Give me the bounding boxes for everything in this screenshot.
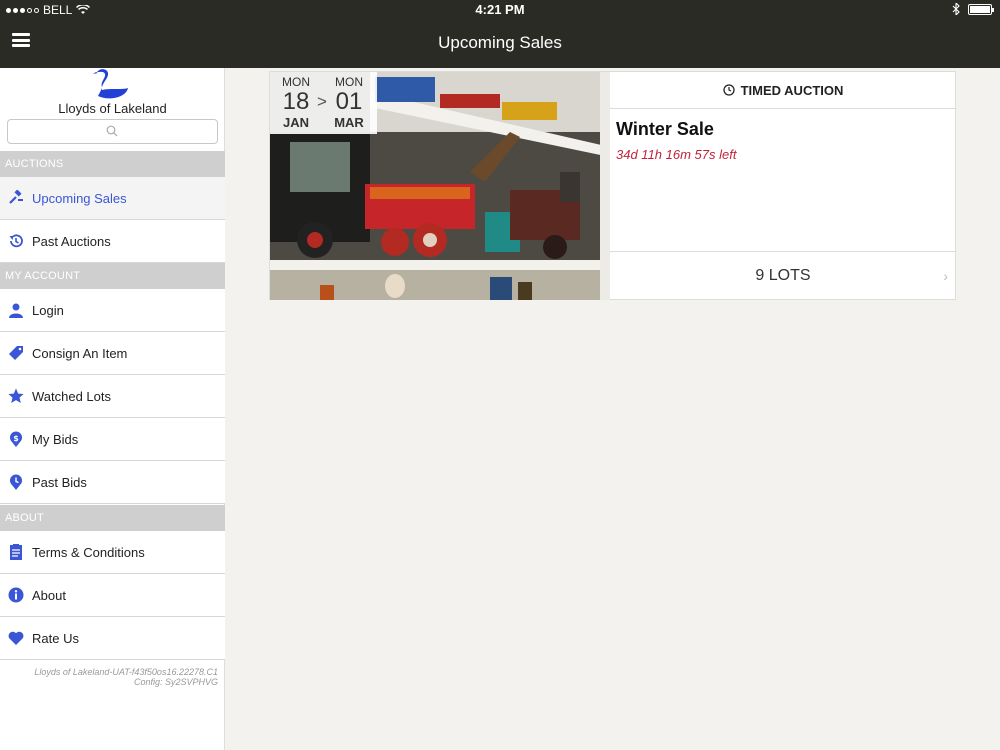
sidebar-item-label: Upcoming Sales: [32, 190, 127, 206]
info-icon: [8, 587, 24, 603]
auction-type-label: TIMED AUCTION: [740, 82, 844, 98]
gavel-icon: [8, 190, 24, 206]
sidebar-item-my-bids[interactable]: $ My Bids: [0, 418, 225, 461]
bluetooth-icon: [952, 3, 960, 15]
end-day-of-week: MON: [335, 75, 363, 89]
end-month: MAR: [334, 115, 364, 130]
timer-icon: [722, 84, 735, 96]
svg-text:$: $: [13, 434, 19, 443]
sidebar-item-login[interactable]: Login: [0, 289, 225, 332]
sidebar-item-label: Past Bids: [32, 474, 87, 490]
sidebar: Lloyds of Lakeland AUCTIONS Upcoming Sal…: [0, 68, 225, 750]
battery-icon: [968, 3, 994, 15]
clock: 4:21 PM: [475, 2, 525, 17]
end-day: 01: [335, 88, 363, 115]
sidebar-item-watched-lots[interactable]: Watched Lots: [0, 375, 225, 418]
start-day: 18: [282, 88, 310, 115]
sidebar-item-terms[interactable]: Terms & Conditions: [0, 531, 225, 574]
section-header-my-account: MY ACCOUNT: [0, 263, 225, 289]
countdown-text: 34d 11h 16m 57s left: [616, 147, 737, 162]
sidebar-item-label: Login: [32, 302, 64, 318]
sale-card[interactable]: MON 18 JAN > MON 01 MAR TIMED AUCTION Wi…: [269, 71, 956, 300]
top-bar: BELL 4:21 PM Upcoming Sales: [0, 0, 1000, 68]
section-header-about: ABOUT: [0, 505, 225, 531]
section-header-auctions: AUCTIONS: [0, 151, 225, 177]
chevron-right-icon: ›: [943, 268, 948, 284]
brand-name: Lloyds of Lakeland: [58, 101, 167, 116]
search-input[interactable]: [7, 119, 218, 144]
sidebar-item-label: My Bids: [32, 431, 79, 447]
sidebar-item-label: Rate Us: [32, 630, 79, 646]
version-info: Lloyds of Lakeland-UAT-f43f50os16.22278.…: [34, 667, 218, 687]
sale-details: TIMED AUCTION Winter Sale 34d 11h 16m 57…: [610, 72, 956, 300]
config-line: Config: Sy2SVPHVG: [133, 677, 218, 687]
auction-type-header: TIMED AUCTION: [610, 72, 956, 109]
status-bar: BELL 4:21 PM: [0, 0, 1000, 20]
end-date: MON 01 MAR: [329, 75, 369, 130]
swan-logo-icon: [93, 69, 128, 99]
start-month: JAN: [282, 115, 309, 130]
sidebar-item-past-auctions[interactable]: Past Auctions: [0, 220, 225, 263]
sidebar-item-label: Consign An Item: [32, 345, 128, 361]
sidebar-item-consign[interactable]: Consign An Item: [0, 332, 225, 375]
sale-image: MON 18 JAN > MON 01 MAR: [270, 72, 610, 300]
sidebar-item-past-bids[interactable]: Past Bids: [0, 461, 225, 504]
history-icon: [8, 233, 24, 249]
lots-button[interactable]: 9 LOTS ›: [610, 251, 956, 300]
lots-count: 9 LOTS: [755, 267, 811, 284]
heart-icon: [8, 630, 24, 646]
sidebar-item-label: Terms & Conditions: [32, 544, 145, 560]
status-right: [952, 3, 994, 15]
page-title: Upcoming Sales: [438, 33, 562, 52]
sidebar-item-label: About: [32, 587, 66, 603]
start-day-of-week: MON: [282, 75, 310, 89]
dollar-icon: $: [8, 431, 24, 447]
document-icon: [8, 544, 24, 560]
brand-logo: Lloyds of Lakeland: [0, 68, 224, 118]
star-icon: [8, 388, 24, 404]
sidebar-item-label: Past Auctions: [32, 233, 111, 249]
tag-icon: [8, 345, 24, 361]
user-icon: [8, 302, 24, 318]
sale-title: Winter Sale: [616, 119, 714, 139]
start-date: MON 18 JAN: [276, 75, 316, 130]
sidebar-item-label: Watched Lots: [32, 388, 112, 404]
version-line: Lloyds of Lakeland-UAT-f43f50os16.22278.…: [34, 667, 218, 677]
sidebar-item-rate-us[interactable]: Rate Us: [0, 617, 225, 660]
date-arrow: >: [317, 92, 327, 111]
sidebar-item-upcoming-sales[interactable]: Upcoming Sales: [0, 177, 225, 220]
clock-icon: [8, 474, 24, 490]
sale-date-range: MON 18 JAN > MON 01 MAR: [270, 72, 377, 134]
sidebar-item-about[interactable]: About: [0, 574, 225, 617]
search-icon: [106, 125, 118, 137]
